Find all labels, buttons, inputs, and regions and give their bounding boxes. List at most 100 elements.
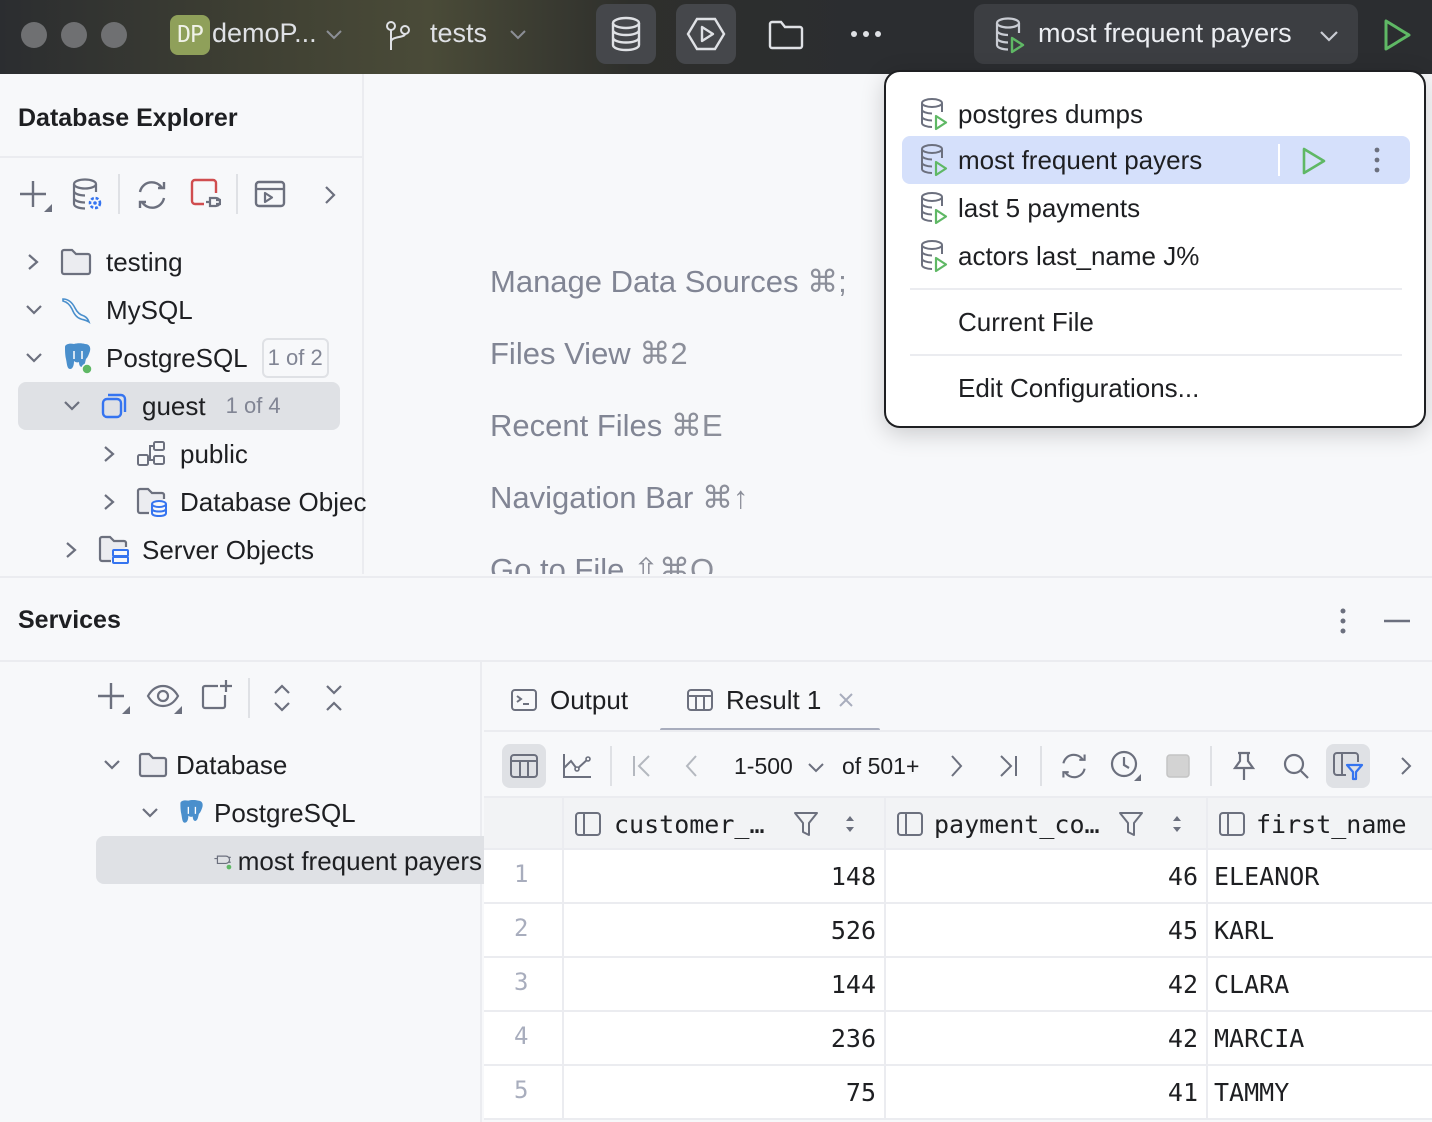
table-row[interactable]: 3 144 42 CLARA (484, 958, 1432, 1012)
tab-output[interactable]: Output (510, 672, 628, 728)
chevron-right-icon[interactable] (100, 492, 118, 512)
chevron-down-icon[interactable] (140, 803, 160, 823)
window-minimize-button[interactable] (61, 22, 87, 48)
cell-first-name[interactable]: CLARA (1214, 970, 1289, 999)
refresh-icon[interactable] (134, 178, 170, 212)
console-icon[interactable] (254, 180, 286, 208)
chevron-down-icon[interactable] (806, 760, 826, 776)
database-tool-button[interactable] (596, 4, 656, 64)
last-page-button[interactable] (986, 744, 1030, 788)
column-header-payment-count[interactable]: payment_co… (896, 798, 1196, 850)
pin-button[interactable] (1222, 744, 1266, 788)
popup-item-current-file[interactable]: Current File (902, 298, 1410, 346)
cell-first-name[interactable]: ELEANOR (1214, 862, 1319, 891)
popup-item-postgres-dumps[interactable]: postgres dumps (902, 90, 1410, 138)
table-row[interactable]: 4 236 42 MARCIA (484, 1012, 1432, 1066)
branch-name[interactable]: tests (430, 18, 487, 49)
tree-item-server-objects[interactable]: Server Objects (62, 527, 314, 573)
services-tool-button[interactable] (676, 4, 736, 64)
toolbar-separator (1210, 746, 1212, 786)
popup-item-actors-last-name[interactable]: actors last_name J% (902, 232, 1410, 280)
tree-item-public[interactable]: public (100, 431, 248, 477)
disconnect-icon[interactable] (190, 178, 224, 212)
toolbar-overflow-button[interactable] (1384, 744, 1428, 788)
services-tree-item-session[interactable]: most frequent payers (212, 838, 482, 884)
close-icon[interactable] (837, 691, 855, 709)
tab-result-1[interactable]: Result 1 (686, 672, 855, 728)
project-badge[interactable]: DP (170, 15, 210, 55)
cell-payment-count[interactable]: 41 (1168, 1078, 1198, 1107)
chevron-down-icon[interactable] (324, 24, 344, 44)
cell-customer-id[interactable]: 526 (831, 916, 876, 945)
collapse-all-icon[interactable] (322, 682, 346, 714)
window-close-button[interactable] (21, 22, 47, 48)
eye-icon[interactable] (146, 682, 184, 714)
chevron-right-icon[interactable] (24, 252, 42, 272)
column-header-customer[interactable]: customer_… (574, 798, 874, 850)
tree-item-testing[interactable]: testing (24, 239, 183, 285)
chevron-down-icon[interactable] (24, 300, 44, 320)
add-service-icon[interactable] (96, 680, 132, 716)
chart-view-button[interactable] (555, 744, 599, 788)
cell-payment-count[interactable]: 45 (1168, 916, 1198, 945)
window-zoom-button[interactable] (101, 22, 127, 48)
minimize-icon[interactable] (1382, 618, 1412, 624)
tree-item-guest[interactable]: guest 1 of 4 (62, 383, 287, 429)
previous-page-button[interactable] (670, 744, 714, 788)
cell-payment-count[interactable]: 42 (1168, 970, 1198, 999)
project-name[interactable]: demoP... (212, 18, 317, 49)
run-icon[interactable] (1300, 146, 1328, 176)
popup-item-most-frequent-payers[interactable]: most frequent payers (902, 136, 1410, 184)
reload-button[interactable] (1052, 744, 1096, 788)
first-page-button[interactable] (620, 744, 664, 788)
cell-first-name[interactable]: MARCIA (1214, 1024, 1304, 1053)
services-tree-item-postgresql[interactable]: PostgreSQL (140, 790, 356, 836)
cell-first-name[interactable]: KARL (1214, 916, 1274, 945)
chevron-down-icon[interactable] (102, 755, 122, 775)
filter-panel-button[interactable] (1326, 744, 1370, 788)
more-options-icon[interactable] (1372, 146, 1382, 174)
cell-customer-id[interactable]: 236 (831, 1024, 876, 1053)
filter-icon[interactable] (1118, 810, 1144, 838)
sort-icon[interactable] (1170, 813, 1184, 835)
table-view-button[interactable] (502, 744, 546, 788)
cell-payment-count[interactable]: 46 (1168, 862, 1198, 891)
run-configuration-selector[interactable]: most frequent payers (974, 4, 1358, 64)
tree-item-database-objects[interactable]: Database Objects (100, 479, 387, 525)
tree-item-mysql[interactable]: MySQL (24, 287, 193, 333)
cell-first-name[interactable]: TAMMY (1214, 1078, 1289, 1107)
chevron-right-icon[interactable] (62, 540, 80, 560)
options-icon[interactable] (1336, 606, 1350, 636)
more-button[interactable] (836, 4, 896, 64)
table-row[interactable]: 1 148 46 ELEANOR (484, 850, 1432, 904)
column-header-first-name[interactable]: first_name (1218, 798, 1432, 850)
next-page-button[interactable] (934, 744, 978, 788)
filter-icon[interactable] (793, 810, 819, 838)
table-row[interactable]: 2 526 45 KARL (484, 904, 1432, 958)
run-icon[interactable] (1382, 18, 1412, 52)
search-button[interactable] (1274, 744, 1318, 788)
add-icon[interactable] (18, 178, 54, 214)
expand-all-icon[interactable] (270, 682, 294, 714)
chevron-down-icon[interactable] (62, 396, 82, 416)
popup-item-last-5-payments[interactable]: last 5 payments (902, 184, 1410, 232)
page-range-selector[interactable]: 1-500 (734, 753, 793, 780)
popup-item-edit-configurations[interactable]: Edit Configurations... (902, 364, 1410, 412)
chevron-down-icon[interactable] (24, 348, 44, 368)
chevron-right-icon[interactable] (322, 184, 338, 206)
new-tab-icon[interactable] (200, 678, 234, 712)
tree-item-postgresql[interactable]: PostgreSQL 1 of 2 (24, 335, 329, 381)
datasource-settings-icon[interactable] (72, 178, 104, 212)
stop-button[interactable] (1156, 744, 1200, 788)
history-button[interactable] (1104, 744, 1148, 788)
cell-payment-count[interactable]: 42 (1168, 1024, 1198, 1053)
cell-customer-id[interactable]: 144 (831, 970, 876, 999)
project-tool-button[interactable] (756, 4, 816, 64)
cell-customer-id[interactable]: 75 (846, 1078, 876, 1107)
cell-customer-id[interactable]: 148 (831, 862, 876, 891)
services-tree-item-database[interactable]: Database (102, 742, 287, 788)
sort-icon[interactable] (843, 813, 857, 835)
chevron-right-icon[interactable] (100, 444, 118, 464)
table-row[interactable]: 5 75 41 TAMMY (484, 1066, 1432, 1120)
chevron-down-icon[interactable] (508, 24, 528, 44)
